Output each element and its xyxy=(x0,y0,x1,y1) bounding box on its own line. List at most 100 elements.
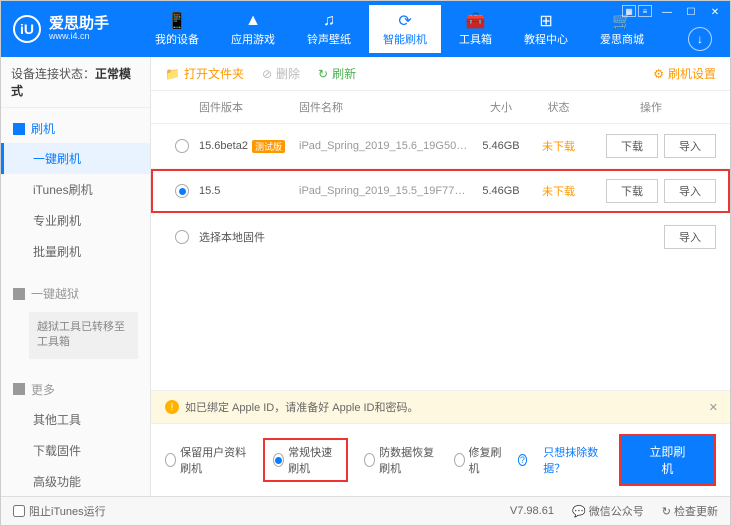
radio-icon xyxy=(454,453,465,467)
fw-name: iPad_Spring_2019_15.6_19G5037d_Restore.i… xyxy=(299,140,471,152)
brand-url: www.i4.cn xyxy=(49,32,109,42)
nav-my-device[interactable]: 📱我的设备 xyxy=(141,5,213,53)
firmware-row[interactable]: 15.6beta2测试版 iPad_Spring_2019_15.6_19G50… xyxy=(151,124,730,169)
open-folder-label: 打开文件夹 xyxy=(184,65,244,82)
fw-version: 15.5 xyxy=(199,185,220,197)
status-label: 设备连接状态： xyxy=(11,67,95,81)
sidebar: 设备连接状态：正常模式 刷机 一键刷机 iTunes刷机 专业刷机 批量刷机 一… xyxy=(1,57,151,496)
col-name: 固件名称 xyxy=(299,99,471,115)
local-firmware-radio[interactable] xyxy=(175,230,189,244)
sidebar-item-other-tools[interactable]: 其他工具 xyxy=(1,404,150,435)
gear-icon: ⚙ xyxy=(653,67,664,81)
flash-settings-button[interactable]: ⚙ 刷机设置 xyxy=(653,65,716,82)
jailbreak-note: 越狱工具已转移至工具箱 xyxy=(29,312,138,359)
menu-btn[interactable]: ≡ xyxy=(638,5,652,17)
apps-icon: ▲ xyxy=(243,11,263,31)
square-icon xyxy=(13,123,25,135)
col-version: 固件版本 xyxy=(199,99,299,115)
local-firmware-label: 选择本地固件 xyxy=(199,229,586,245)
maximize-button[interactable]: ☐ xyxy=(682,5,700,19)
grid-icon: ⊞ xyxy=(536,11,556,31)
mode-label: 修复刷机 xyxy=(469,444,502,476)
sidebar-item-itunes-flash[interactable]: iTunes刷机 xyxy=(1,174,150,205)
toolbox-icon: 🧰 xyxy=(466,11,486,31)
block-itunes-option[interactable]: 阻止iTunes运行 xyxy=(13,503,106,519)
sidebar-item-download-fw[interactable]: 下载固件 xyxy=(1,435,150,466)
refresh-button[interactable]: ↻刷新 xyxy=(318,65,356,82)
nav-label: 应用游戏 xyxy=(231,31,275,47)
download-button[interactable]: 下载 xyxy=(606,179,658,203)
download-button[interactable]: 下载 xyxy=(606,134,658,158)
col-status: 状态 xyxy=(531,99,586,115)
delete-button[interactable]: ⊘删除 xyxy=(262,65,300,82)
top-nav: 📱我的设备 ▲应用游戏 ♫铃声壁纸 ⟳智能刷机 🧰工具箱 ⊞教程中心 🛒爱思商城 xyxy=(141,5,658,53)
help-icon[interactable]: ? xyxy=(518,454,528,466)
delete-icon: ⊘ xyxy=(262,67,272,81)
mode-label: 防数据恢复刷机 xyxy=(379,444,437,476)
sidebar-item-advanced[interactable]: 高级功能 xyxy=(1,466,150,496)
nav-label: 铃声壁纸 xyxy=(307,31,351,47)
content-area: 📁打开文件夹 ⊘删除 ↻刷新 ⚙刷机设置 固件版本 固件名称 大小 状态 操作 … xyxy=(151,57,730,496)
check-update-link[interactable]: ↻ 检查更新 xyxy=(662,503,718,519)
nav-label: 教程中心 xyxy=(524,31,568,47)
mode-keep-data[interactable]: 保留用户资料刷机 xyxy=(165,444,247,476)
mode-normal[interactable]: 常规快速刷机 xyxy=(263,438,348,482)
firmware-row-selected[interactable]: 15.5 iPad_Spring_2019_15.5_19F77_Restore… xyxy=(151,169,730,213)
toolbar: 📁打开文件夹 ⊘删除 ↻刷新 ⚙ 刷机设置 xyxy=(151,57,730,91)
music-icon: ♫ xyxy=(319,11,339,31)
refresh-icon: ↻ xyxy=(318,67,328,81)
fw-status: 未下载 xyxy=(531,183,586,199)
lock-icon xyxy=(13,288,25,300)
sidebar-item-oneclick-flash[interactable]: 一键刷机 xyxy=(1,143,150,174)
local-firmware-row[interactable]: 选择本地固件 导入 xyxy=(151,213,730,261)
minimize-button[interactable]: — xyxy=(658,5,676,19)
close-button[interactable]: ✕ xyxy=(706,5,724,19)
firmware-list: 15.6beta2测试版 iPad_Spring_2019_15.6_19G50… xyxy=(151,124,730,390)
mode-anti-recovery[interactable]: 防数据恢复刷机 xyxy=(364,444,438,476)
logo-icon: iU xyxy=(13,15,41,43)
mode-label: 常规快速刷机 xyxy=(288,444,338,476)
nav-label: 工具箱 xyxy=(459,31,492,47)
nav-ringtones[interactable]: ♫铃声壁纸 xyxy=(293,5,365,53)
update-icon: ↻ xyxy=(662,506,671,518)
firmware-radio[interactable] xyxy=(175,184,189,198)
sidebar-head-flash[interactable]: 刷机 xyxy=(1,114,150,143)
nav-toolbox[interactable]: 🧰工具箱 xyxy=(445,5,506,53)
beta-tag: 测试版 xyxy=(252,140,285,153)
wechat-link[interactable]: 💬 微信公众号 xyxy=(572,503,644,519)
warning-close-button[interactable]: ✕ xyxy=(709,401,718,414)
sidebar-head-more[interactable]: 更多 xyxy=(1,375,150,404)
erase-only-link[interactable]: 只想抹除数据？ xyxy=(543,444,603,476)
sidebar-head-jailbreak[interactable]: 一键越狱 xyxy=(1,279,150,308)
block-itunes-checkbox[interactable] xyxy=(13,505,25,517)
open-folder-button[interactable]: 📁打开文件夹 xyxy=(165,65,244,82)
mode-repair[interactable]: 修复刷机 xyxy=(454,444,502,476)
connection-status: 设备连接状态：正常模式 xyxy=(1,57,150,108)
square-icon xyxy=(13,383,25,395)
flash-settings-label: 刷机设置 xyxy=(668,65,716,82)
col-ops: 操作 xyxy=(586,99,716,115)
radio-icon xyxy=(273,453,284,467)
import-button[interactable]: 导入 xyxy=(664,179,716,203)
layout-btn[interactable]: ▦ xyxy=(622,5,636,17)
nav-apps[interactable]: ▲应用游戏 xyxy=(217,5,289,53)
sidebar-item-pro-flash[interactable]: 专业刷机 xyxy=(1,205,150,236)
nav-flash[interactable]: ⟳智能刷机 xyxy=(369,5,441,53)
radio-icon xyxy=(364,453,375,467)
wechat-icon: 💬 xyxy=(572,506,586,518)
radio-icon xyxy=(165,453,176,467)
download-indicator-icon[interactable]: ↓ xyxy=(688,27,712,51)
nav-label: 爱思商城 xyxy=(600,31,644,47)
firmware-radio[interactable] xyxy=(175,139,189,153)
mode-label: 保留用户资料刷机 xyxy=(180,444,247,476)
brand-title: 爱思助手 xyxy=(49,16,109,33)
warning-bar: ! 如已绑定 Apple ID，请准备好 Apple ID和密码。 ✕ xyxy=(151,390,730,423)
fw-size: 5.46GB xyxy=(471,140,531,152)
warning-icon: ! xyxy=(165,400,179,414)
import-button[interactable]: 导入 xyxy=(664,225,716,249)
titlebar: iU 爱思助手 www.i4.cn 📱我的设备 ▲应用游戏 ♫铃声壁纸 ⟳智能刷… xyxy=(1,1,730,57)
import-button[interactable]: 导入 xyxy=(664,134,716,158)
flash-now-button[interactable]: 立即刷机 xyxy=(619,434,716,486)
sidebar-item-batch-flash[interactable]: 批量刷机 xyxy=(1,236,150,267)
nav-tutorials[interactable]: ⊞教程中心 xyxy=(510,5,582,53)
